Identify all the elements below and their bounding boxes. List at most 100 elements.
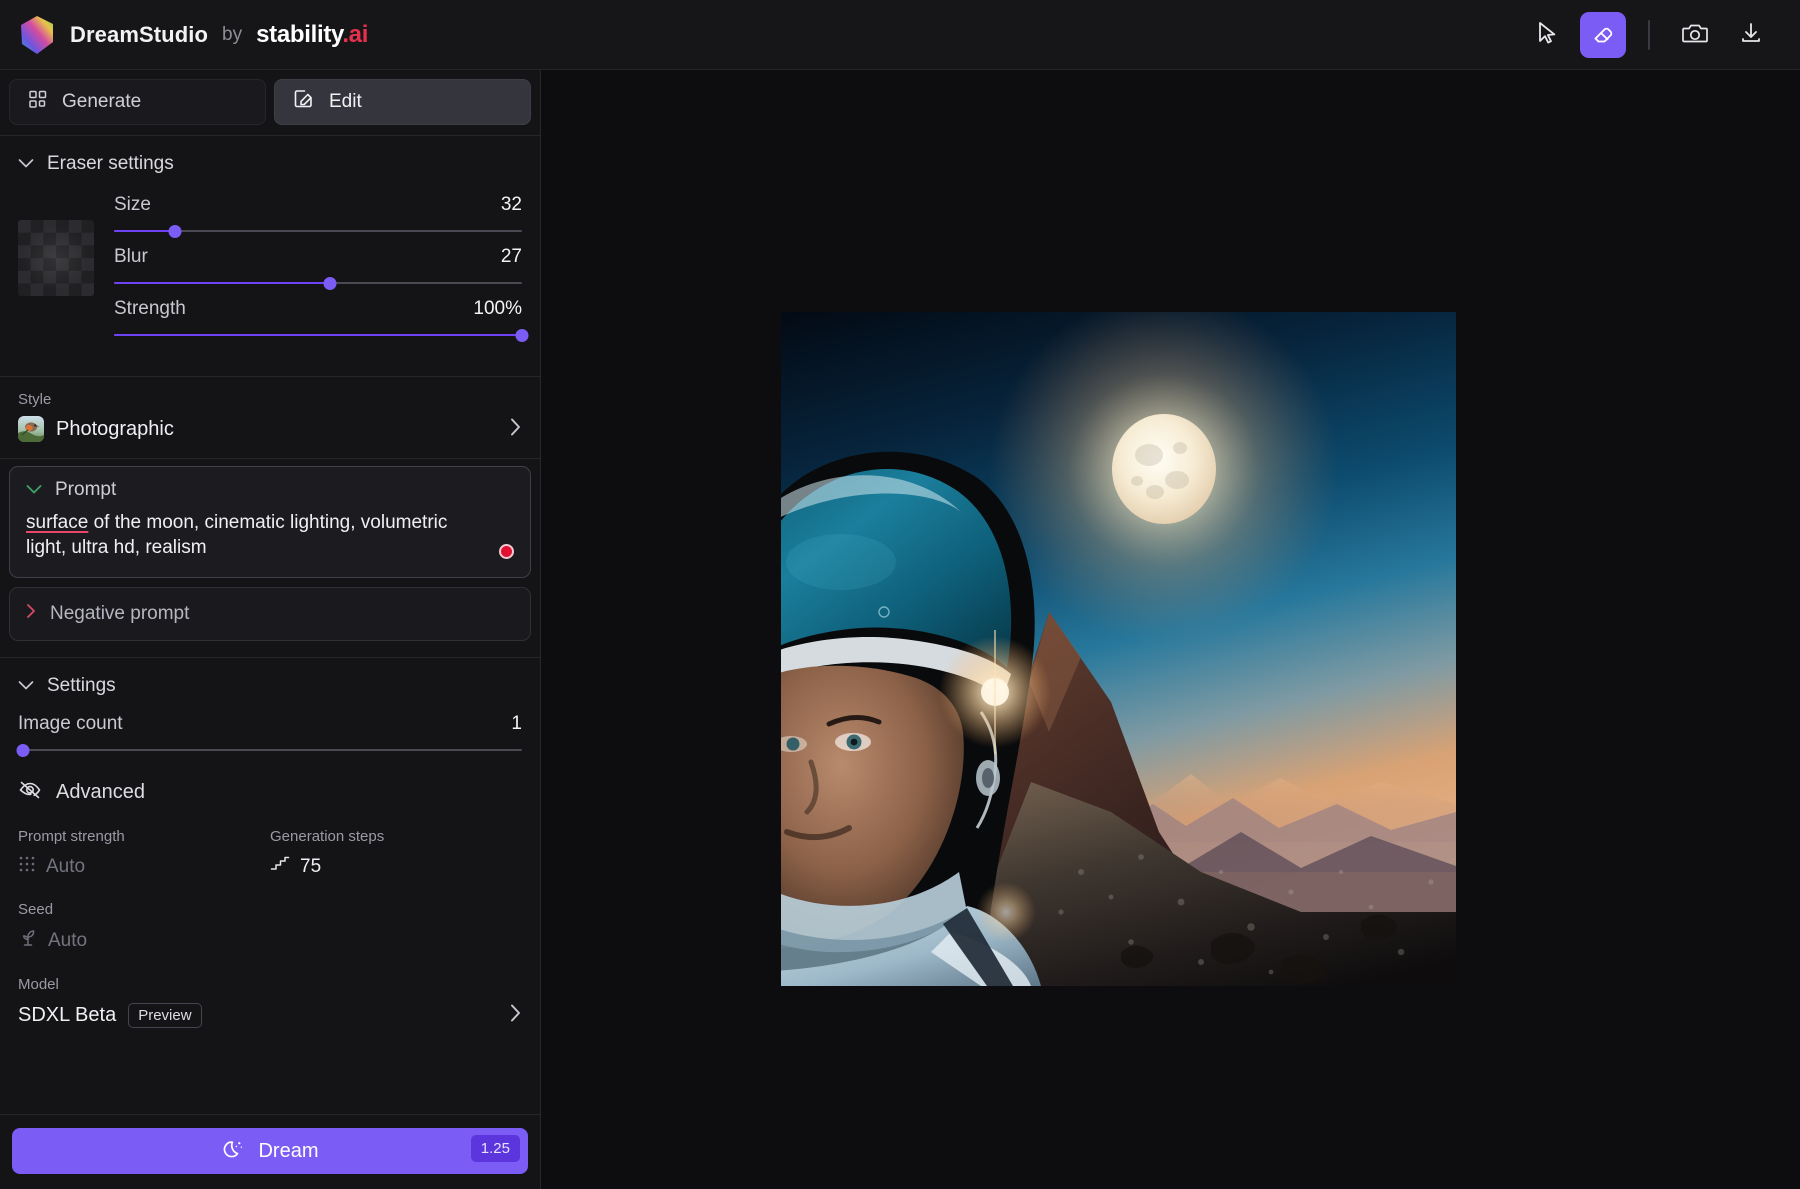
prompt-misspelled-word: surface [26,512,88,533]
style-section: Style [0,377,540,458]
prompt-rest-text: of the moon, cinematic lighting, volumet… [26,512,447,558]
mode-tabs: Generate Edit [0,70,540,135]
chevron-down-icon [18,153,34,175]
slider-blur: Blur 27 [114,246,522,291]
advanced-label: Advanced [56,781,145,804]
slider-size-thumb[interactable] [169,225,182,238]
dreamstudio-app: DreamStudio by stability.ai [0,0,1800,1189]
chevron-right-icon [26,603,37,625]
slider-size-track[interactable] [114,223,522,239]
eraser-tool-button[interactable] [1580,12,1626,58]
chevron-down-icon [18,675,34,697]
prompt-strength-value-row[interactable]: Auto [18,855,270,879]
style-selector[interactable]: Photographic [18,416,522,442]
slider-blur-value: 27 [501,246,522,268]
style-value: Photographic [56,418,174,441]
seed-label: Seed [18,901,522,918]
prompt-strength-label: Prompt strength [18,828,270,845]
generated-image[interactable] [781,312,1456,986]
image-count-label: Image count [18,713,123,735]
slider-strength-thumb[interactable] [516,329,529,342]
tab-generate-label: Generate [62,91,141,113]
slider-size: Size 32 [114,194,522,239]
slider-strength-track[interactable] [114,327,522,343]
seed-value: Auto [48,930,87,952]
generation-steps-field: Generation steps 75 [270,828,522,879]
slider-blur-track[interactable] [114,275,522,291]
seed-value-row[interactable]: Auto [18,928,522,954]
eye-off-icon [18,780,42,806]
dot-grid-icon [18,855,36,879]
canvas-toolbar [1524,12,1774,58]
eraser-settings-section: Eraser settings Size 32 [0,136,540,376]
model-preview-badge: Preview [128,1003,201,1028]
eraser-settings-header[interactable]: Eraser settings [18,136,522,188]
brand-company: stability.ai [256,21,368,49]
prompt-input[interactable]: surface of the moon, cinematic lighting,… [26,510,514,561]
credit-badge: 1.25 [471,1135,520,1162]
tab-generate[interactable]: Generate [9,79,266,125]
slider-strength-label: Strength [114,298,186,320]
settings-title: Settings [47,675,116,697]
generation-steps-label: Generation steps [270,828,522,845]
grid-icon [28,89,48,115]
moon-icon [221,1138,245,1165]
stairs-icon [270,855,290,879]
settings-section: Settings Image count 1 [0,658,540,1046]
generation-steps-value: 75 [300,856,321,878]
brand-by: by [222,24,242,46]
slider-blur-label: Blur [114,246,148,268]
image-count-value: 1 [511,713,522,735]
download-button[interactable] [1728,12,1774,58]
model-value: SDXL Beta [18,1004,116,1027]
dream-button[interactable]: Dream 1.25 [12,1128,528,1174]
model-label: Model [18,976,522,993]
dreamstudio-logo-icon [18,15,56,55]
prompt-header[interactable]: Prompt [26,479,514,501]
record-indicator-icon[interactable] [499,544,514,559]
top-bar: DreamStudio by stability.ai [0,0,1800,70]
left-sidebar: Generate Edit [0,70,541,1189]
download-icon [1739,21,1763,48]
screenshot-button[interactable] [1672,12,1718,58]
prompt-box[interactable]: Prompt surface of the moon, cinematic li… [9,466,531,578]
chevron-down-icon [26,479,42,501]
chevron-right-icon [510,1003,522,1028]
chevron-right-icon [510,417,522,442]
brand-name: DreamStudio [70,22,208,48]
eraser-icon [1590,20,1616,49]
model-field: Model SDXL Beta Preview [18,976,522,1046]
prompt-strength-value: Auto [46,856,85,878]
image-count-thumb[interactable] [17,744,30,757]
brand-logo[interactable]: DreamStudio by stability.ai [18,15,368,55]
prompt-title: Prompt [55,479,116,501]
model-selector[interactable]: SDXL Beta Preview [18,1003,522,1028]
tab-edit[interactable]: Edit [274,79,531,125]
slider-blur-thumb[interactable] [324,277,337,290]
image-count-control: Image count 1 [18,710,522,758]
sprout-icon [18,928,38,954]
advanced-toggle[interactable]: Advanced [18,758,522,810]
toolbar-divider [1648,20,1650,50]
slider-strength-value: 100% [473,298,522,320]
canvas-area[interactable] [541,70,1800,1189]
seed-field: Seed Auto [18,901,522,954]
eraser-preview-swatch [18,220,94,296]
slider-size-label: Size [114,194,151,216]
style-thumbnail-icon [18,416,44,442]
camera-icon [1682,22,1708,47]
image-count-track[interactable] [18,742,522,758]
select-tool-button[interactable] [1524,12,1570,58]
negative-prompt-row[interactable]: Negative prompt [9,587,531,641]
eraser-settings-title: Eraser settings [47,153,174,175]
eraser-settings-body: Size 32 Blur 2 [18,188,522,376]
generation-steps-value-row[interactable]: 75 [270,855,522,879]
dream-label: Dream [258,1140,318,1163]
negative-prompt-label: Negative prompt [50,603,189,625]
sidebar-footer: Dream 1.25 [0,1114,540,1189]
slider-strength: Strength 100% [114,298,522,343]
edit-pencil-icon [293,88,315,116]
prompt-section: Prompt surface of the moon, cinematic li… [0,459,540,641]
settings-header[interactable]: Settings [18,658,522,710]
eraser-sliders: Size 32 Blur 2 [114,192,522,350]
